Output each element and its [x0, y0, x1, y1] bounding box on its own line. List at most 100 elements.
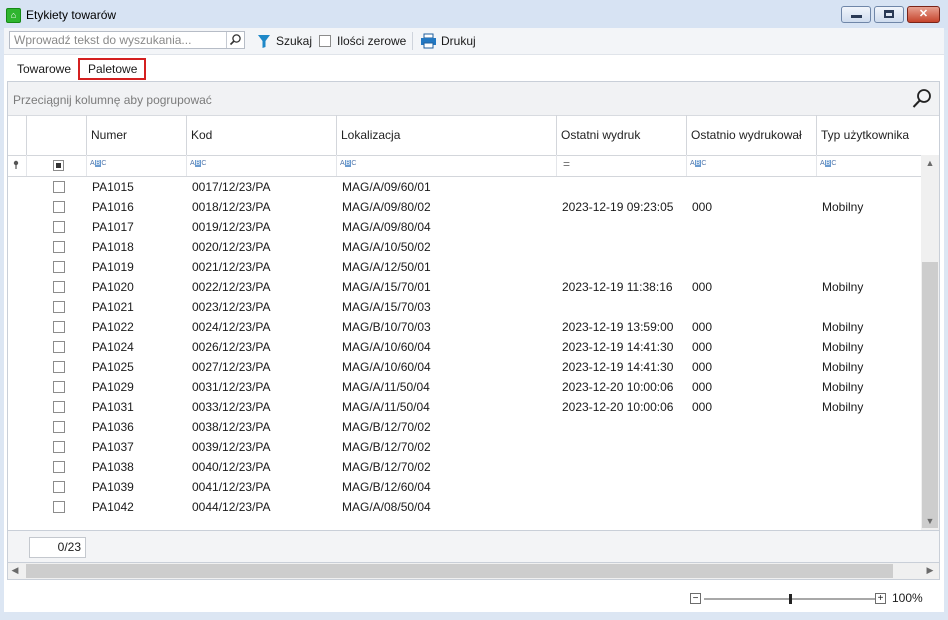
table-cell: 2023-12-19 14:41:30 — [562, 360, 674, 374]
group-panel[interactable]: Przeciągnij kolumnę aby pogrupować — [8, 82, 939, 116]
row-checkbox[interactable] — [53, 381, 65, 393]
row-checkbox[interactable] — [53, 501, 65, 513]
table-row[interactable]: PA1018 0020/12/23/PA MAG/A/10/50/02 — [8, 237, 921, 257]
table-cell: MAG/A/10/60/04 — [342, 360, 431, 374]
zero-quantities-label: Ilości zerowe — [337, 34, 407, 48]
row-indicator-header — [8, 115, 27, 155]
column-header-kod[interactable]: Kod — [187, 115, 337, 155]
horizontal-scroll-thumb[interactable] — [26, 564, 893, 578]
title-bar: ⌂ Etykiety towarów ✕ — [0, 0, 948, 30]
row-checkbox[interactable] — [53, 321, 65, 333]
horizontal-scrollbar[interactable]: ◀ ▶ — [7, 563, 940, 580]
table-row[interactable]: PA1031 0033/12/23/PA MAG/A/11/50/04 2023-12… — [8, 397, 921, 417]
row-checkbox[interactable] — [53, 361, 65, 373]
row-checkbox[interactable] — [53, 421, 65, 433]
table-cell: 000 — [692, 360, 713, 374]
table-row[interactable]: PA1015 0017/12/23/PA MAG/A/09/60/01 — [8, 177, 921, 197]
print-label: Drukuj — [441, 34, 476, 48]
table-cell: Mobilny — [822, 360, 864, 374]
search-icon[interactable] — [226, 32, 244, 48]
scroll-right-icon[interactable]: ▶ — [923, 565, 937, 576]
filter-equals-icon: = — [563, 157, 571, 171]
table-cell: 0022/12/23/PA — [192, 280, 271, 294]
maximize-button[interactable] — [874, 6, 904, 23]
scroll-up-icon[interactable]: ▲ — [921, 158, 939, 168]
table-cell: Mobilny — [822, 320, 864, 334]
minimize-button[interactable] — [841, 6, 871, 23]
table-cell: MAG/B/12/70/02 — [342, 440, 431, 454]
row-checkbox[interactable] — [53, 241, 65, 253]
table-cell: 0026/12/23/PA — [192, 340, 271, 354]
table-cell: PA1042 — [92, 500, 134, 514]
table-row[interactable]: PA1016 0018/12/23/PA MAG/A/09/80/02 2023-12… — [8, 197, 921, 217]
column-header-lokalizacja[interactable]: Lokalizacja — [337, 115, 557, 155]
row-checkbox[interactable] — [53, 301, 65, 313]
zoom-in-button[interactable]: + — [875, 593, 886, 604]
column-header-ostatni-wydruk[interactable]: Ostatni wydruk — [557, 115, 687, 155]
filter-numer[interactable]: ABC — [87, 155, 187, 176]
search-input[interactable] — [10, 32, 230, 48]
table-cell: 000 — [692, 200, 713, 214]
select-all-checkbox[interactable] — [53, 160, 64, 171]
filter-abc-icon: ABC — [690, 160, 707, 167]
table-cell: 0031/12/23/PA — [192, 380, 271, 394]
scroll-down-icon[interactable]: ▼ — [921, 516, 939, 526]
table-cell: 0019/12/23/PA — [192, 220, 271, 234]
filter-ostatni-wydruk[interactable]: = — [557, 155, 687, 176]
row-checkbox[interactable] — [53, 401, 65, 413]
table-row[interactable]: PA1039 0041/12/23/PA MAG/B/12/60/04 — [8, 477, 921, 497]
table-row[interactable]: PA1037 0039/12/23/PA MAG/B/12/70/02 — [8, 437, 921, 457]
filter-lokalizacja[interactable]: ABC — [337, 155, 557, 176]
filter-kod[interactable]: ABC — [187, 155, 337, 176]
table-cell: 000 — [692, 400, 713, 414]
table-row[interactable]: PA1042 0044/12/23/PA MAG/A/08/50/04 — [8, 497, 921, 517]
table-row[interactable]: PA1020 0022/12/23/PA MAG/A/15/70/01 2023-12… — [8, 277, 921, 297]
filter-ostatnio-wydrukowal[interactable]: ABC — [687, 155, 817, 176]
zoom-out-button[interactable]: − — [690, 593, 701, 604]
window-body: Szukaj Ilości zerowe Drukuj Towarowe Pal… — [4, 28, 944, 612]
row-checkbox[interactable] — [53, 201, 65, 213]
row-checkbox[interactable] — [53, 221, 65, 233]
zero-quantities-checkbox[interactable] — [319, 35, 331, 47]
row-checkbox[interactable] — [53, 261, 65, 273]
column-header-numer[interactable]: Numer — [87, 115, 187, 155]
table-row[interactable]: PA1024 0026/12/23/PA MAG/A/10/60/04 2023-12… — [8, 337, 921, 357]
table-cell: PA1016 — [92, 200, 134, 214]
column-header-ostatnio-wydrukowal[interactable]: Ostatnio wydrukował — [687, 115, 817, 155]
table-cell: PA1020 — [92, 280, 134, 294]
row-checkbox[interactable] — [53, 181, 65, 193]
row-checkbox[interactable] — [53, 481, 65, 493]
table-row[interactable]: PA1038 0040/12/23/PA MAG/B/12/70/02 — [8, 457, 921, 477]
table-row[interactable]: PA1019 0021/12/23/PA MAG/A/12/50/01 — [8, 257, 921, 277]
filter-typ-uzytkownika[interactable]: ABC — [817, 155, 921, 176]
row-checkbox[interactable] — [53, 461, 65, 473]
row-checkbox[interactable] — [53, 281, 65, 293]
close-button[interactable]: ✕ — [907, 6, 940, 23]
pin-icon[interactable] — [8, 155, 27, 176]
tab-towarowe[interactable]: Towarowe — [9, 58, 79, 80]
toolbar: Szukaj Ilości zerowe Drukuj — [4, 28, 944, 55]
zero-quantities-toggle[interactable]: Ilości zerowe — [319, 33, 409, 49]
vertical-scrollbar[interactable]: ▲ ▼ — [921, 155, 939, 530]
table-row[interactable]: PA1025 0027/12/23/PA MAG/A/10/60/04 2023-12… — [8, 357, 921, 377]
selected-counter: 0/23 — [29, 537, 86, 558]
scroll-left-icon[interactable]: ◀ — [8, 565, 22, 576]
print-button[interactable]: Drukuj — [420, 33, 480, 49]
search-button[interactable]: Szukaj — [257, 33, 313, 49]
table-row[interactable]: PA1029 0031/12/23/PA MAG/A/11/50/04 2023-12… — [8, 377, 921, 397]
table-cell: MAG/A/10/50/02 — [342, 240, 431, 254]
row-checkbox[interactable] — [53, 441, 65, 453]
column-header-typ-uzytkownika[interactable]: Typ użytkownika — [817, 115, 921, 155]
magnifier-icon[interactable] — [911, 88, 933, 110]
table-row[interactable]: PA1021 0023/12/23/PA MAG/A/15/70/03 — [8, 297, 921, 317]
row-checkbox[interactable] — [53, 341, 65, 353]
table-cell: PA1038 — [92, 460, 134, 474]
table-row[interactable]: PA1022 0024/12/23/PA MAG/B/10/70/03 2023-12… — [8, 317, 921, 337]
table-row[interactable]: PA1036 0038/12/23/PA MAG/B/12/70/02 — [8, 417, 921, 437]
tab-paletowe[interactable]: Paletowe — [78, 58, 146, 80]
table-cell: Mobilny — [822, 400, 864, 414]
vertical-scroll-thumb[interactable] — [922, 262, 938, 528]
zoom-slider-thumb[interactable] — [789, 594, 792, 604]
table-row[interactable]: PA1017 0019/12/23/PA MAG/A/09/80/04 — [8, 217, 921, 237]
search-button-label: Szukaj — [276, 34, 313, 48]
